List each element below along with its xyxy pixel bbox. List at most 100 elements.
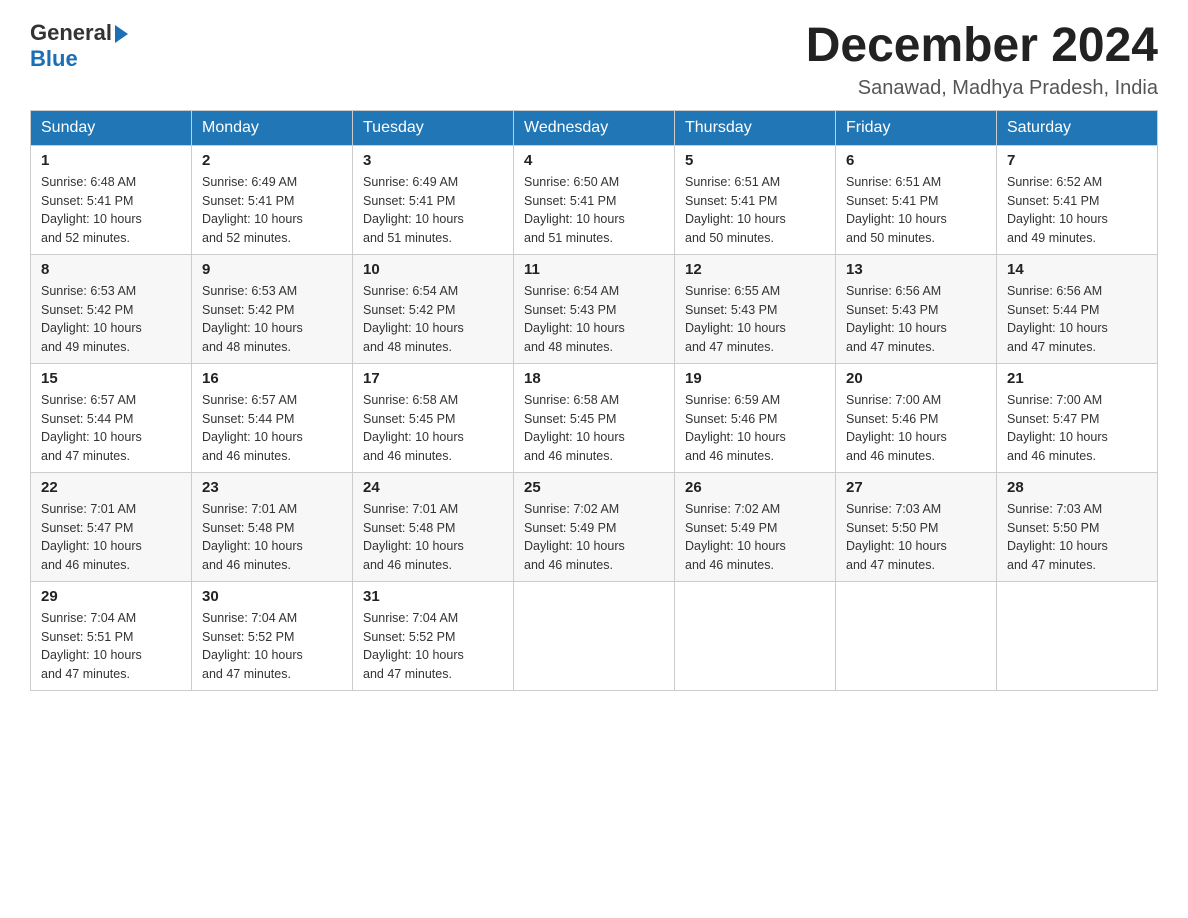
- table-row: 3 Sunrise: 6:49 AM Sunset: 5:41 PM Dayli…: [353, 145, 514, 254]
- table-row: 13 Sunrise: 6:56 AM Sunset: 5:43 PM Dayl…: [836, 254, 997, 363]
- day-number: 15: [41, 370, 181, 387]
- calendar-week-row: 1 Sunrise: 6:48 AM Sunset: 5:41 PM Dayli…: [31, 145, 1158, 254]
- calendar-week-row: 8 Sunrise: 6:53 AM Sunset: 5:42 PM Dayli…: [31, 254, 1158, 363]
- day-info: Sunrise: 6:57 AM Sunset: 5:44 PM Dayligh…: [202, 391, 342, 466]
- table-row: 23 Sunrise: 7:01 AM Sunset: 5:48 PM Dayl…: [192, 472, 353, 581]
- day-info: Sunrise: 6:58 AM Sunset: 5:45 PM Dayligh…: [524, 391, 664, 466]
- day-info: Sunrise: 6:49 AM Sunset: 5:41 PM Dayligh…: [363, 173, 503, 248]
- day-number: 31: [363, 588, 503, 605]
- col-wednesday: Wednesday: [514, 110, 675, 145]
- table-row: 10 Sunrise: 6:54 AM Sunset: 5:42 PM Dayl…: [353, 254, 514, 363]
- day-info: Sunrise: 6:51 AM Sunset: 5:41 PM Dayligh…: [846, 173, 986, 248]
- table-row: 29 Sunrise: 7:04 AM Sunset: 5:51 PM Dayl…: [31, 581, 192, 690]
- day-number: 22: [41, 479, 181, 496]
- table-row: 1 Sunrise: 6:48 AM Sunset: 5:41 PM Dayli…: [31, 145, 192, 254]
- day-number: 18: [524, 370, 664, 387]
- day-number: 20: [846, 370, 986, 387]
- table-row: 27 Sunrise: 7:03 AM Sunset: 5:50 PM Dayl…: [836, 472, 997, 581]
- col-thursday: Thursday: [675, 110, 836, 145]
- table-row: [836, 581, 997, 690]
- day-info: Sunrise: 6:54 AM Sunset: 5:42 PM Dayligh…: [363, 282, 503, 357]
- calendar-week-row: 29 Sunrise: 7:04 AM Sunset: 5:51 PM Dayl…: [31, 581, 1158, 690]
- day-info: Sunrise: 6:53 AM Sunset: 5:42 PM Dayligh…: [41, 282, 181, 357]
- logo-arrow-icon: [115, 25, 128, 43]
- day-number: 6: [846, 152, 986, 169]
- day-number: 23: [202, 479, 342, 496]
- table-row: 14 Sunrise: 6:56 AM Sunset: 5:44 PM Dayl…: [997, 254, 1158, 363]
- day-number: 17: [363, 370, 503, 387]
- day-info: Sunrise: 7:01 AM Sunset: 5:48 PM Dayligh…: [202, 500, 342, 575]
- day-number: 26: [685, 479, 825, 496]
- table-row: 8 Sunrise: 6:53 AM Sunset: 5:42 PM Dayli…: [31, 254, 192, 363]
- day-number: 11: [524, 261, 664, 278]
- location-title: Sanawad, Madhya Pradesh, India: [806, 77, 1158, 100]
- page-header: General Blue December 2024 Sanawad, Madh…: [30, 20, 1158, 100]
- table-row: 19 Sunrise: 6:59 AM Sunset: 5:46 PM Dayl…: [675, 363, 836, 472]
- table-row: 28 Sunrise: 7:03 AM Sunset: 5:50 PM Dayl…: [997, 472, 1158, 581]
- day-info: Sunrise: 6:51 AM Sunset: 5:41 PM Dayligh…: [685, 173, 825, 248]
- day-number: 24: [363, 479, 503, 496]
- table-row: 26 Sunrise: 7:02 AM Sunset: 5:49 PM Dayl…: [675, 472, 836, 581]
- col-tuesday: Tuesday: [353, 110, 514, 145]
- table-row: 17 Sunrise: 6:58 AM Sunset: 5:45 PM Dayl…: [353, 363, 514, 472]
- table-row: 9 Sunrise: 6:53 AM Sunset: 5:42 PM Dayli…: [192, 254, 353, 363]
- table-row: 20 Sunrise: 7:00 AM Sunset: 5:46 PM Dayl…: [836, 363, 997, 472]
- day-number: 16: [202, 370, 342, 387]
- day-number: 25: [524, 479, 664, 496]
- day-info: Sunrise: 7:04 AM Sunset: 5:52 PM Dayligh…: [363, 609, 503, 684]
- day-info: Sunrise: 6:54 AM Sunset: 5:43 PM Dayligh…: [524, 282, 664, 357]
- day-number: 30: [202, 588, 342, 605]
- logo-general-text: General: [30, 20, 112, 46]
- table-row: 7 Sunrise: 6:52 AM Sunset: 5:41 PM Dayli…: [997, 145, 1158, 254]
- day-number: 9: [202, 261, 342, 278]
- day-number: 21: [1007, 370, 1147, 387]
- month-title: December 2024: [806, 20, 1158, 73]
- day-info: Sunrise: 6:58 AM Sunset: 5:45 PM Dayligh…: [363, 391, 503, 466]
- day-number: 14: [1007, 261, 1147, 278]
- table-row: 25 Sunrise: 7:02 AM Sunset: 5:49 PM Dayl…: [514, 472, 675, 581]
- table-row: 11 Sunrise: 6:54 AM Sunset: 5:43 PM Dayl…: [514, 254, 675, 363]
- col-friday: Friday: [836, 110, 997, 145]
- table-row: [997, 581, 1158, 690]
- table-row: 24 Sunrise: 7:01 AM Sunset: 5:48 PM Dayl…: [353, 472, 514, 581]
- table-row: 18 Sunrise: 6:58 AM Sunset: 5:45 PM Dayl…: [514, 363, 675, 472]
- table-row: 16 Sunrise: 6:57 AM Sunset: 5:44 PM Dayl…: [192, 363, 353, 472]
- col-saturday: Saturday: [997, 110, 1158, 145]
- day-info: Sunrise: 7:03 AM Sunset: 5:50 PM Dayligh…: [1007, 500, 1147, 575]
- day-number: 10: [363, 261, 503, 278]
- day-number: 12: [685, 261, 825, 278]
- day-number: 1: [41, 152, 181, 169]
- table-row: 6 Sunrise: 6:51 AM Sunset: 5:41 PM Dayli…: [836, 145, 997, 254]
- day-number: 5: [685, 152, 825, 169]
- calendar-week-row: 22 Sunrise: 7:01 AM Sunset: 5:47 PM Dayl…: [31, 472, 1158, 581]
- day-number: 27: [846, 479, 986, 496]
- day-info: Sunrise: 7:04 AM Sunset: 5:51 PM Dayligh…: [41, 609, 181, 684]
- day-info: Sunrise: 6:52 AM Sunset: 5:41 PM Dayligh…: [1007, 173, 1147, 248]
- day-info: Sunrise: 7:02 AM Sunset: 5:49 PM Dayligh…: [524, 500, 664, 575]
- day-info: Sunrise: 7:00 AM Sunset: 5:46 PM Dayligh…: [846, 391, 986, 466]
- day-info: Sunrise: 7:02 AM Sunset: 5:49 PM Dayligh…: [685, 500, 825, 575]
- day-info: Sunrise: 7:01 AM Sunset: 5:47 PM Dayligh…: [41, 500, 181, 575]
- table-row: 5 Sunrise: 6:51 AM Sunset: 5:41 PM Dayli…: [675, 145, 836, 254]
- day-number: 3: [363, 152, 503, 169]
- day-info: Sunrise: 6:55 AM Sunset: 5:43 PM Dayligh…: [685, 282, 825, 357]
- day-info: Sunrise: 6:48 AM Sunset: 5:41 PM Dayligh…: [41, 173, 181, 248]
- table-row: 31 Sunrise: 7:04 AM Sunset: 5:52 PM Dayl…: [353, 581, 514, 690]
- day-info: Sunrise: 6:53 AM Sunset: 5:42 PM Dayligh…: [202, 282, 342, 357]
- day-info: Sunrise: 6:50 AM Sunset: 5:41 PM Dayligh…: [524, 173, 664, 248]
- day-info: Sunrise: 6:56 AM Sunset: 5:43 PM Dayligh…: [846, 282, 986, 357]
- title-block: December 2024 Sanawad, Madhya Pradesh, I…: [806, 20, 1158, 100]
- day-number: 28: [1007, 479, 1147, 496]
- table-row: 21 Sunrise: 7:00 AM Sunset: 5:47 PM Dayl…: [997, 363, 1158, 472]
- col-sunday: Sunday: [31, 110, 192, 145]
- day-info: Sunrise: 7:03 AM Sunset: 5:50 PM Dayligh…: [846, 500, 986, 575]
- day-number: 8: [41, 261, 181, 278]
- calendar-table: Sunday Monday Tuesday Wednesday Thursday…: [30, 110, 1158, 691]
- day-number: 29: [41, 588, 181, 605]
- day-number: 13: [846, 261, 986, 278]
- logo: General Blue: [30, 20, 128, 72]
- day-number: 2: [202, 152, 342, 169]
- day-number: 4: [524, 152, 664, 169]
- table-row: [675, 581, 836, 690]
- table-row: 12 Sunrise: 6:55 AM Sunset: 5:43 PM Dayl…: [675, 254, 836, 363]
